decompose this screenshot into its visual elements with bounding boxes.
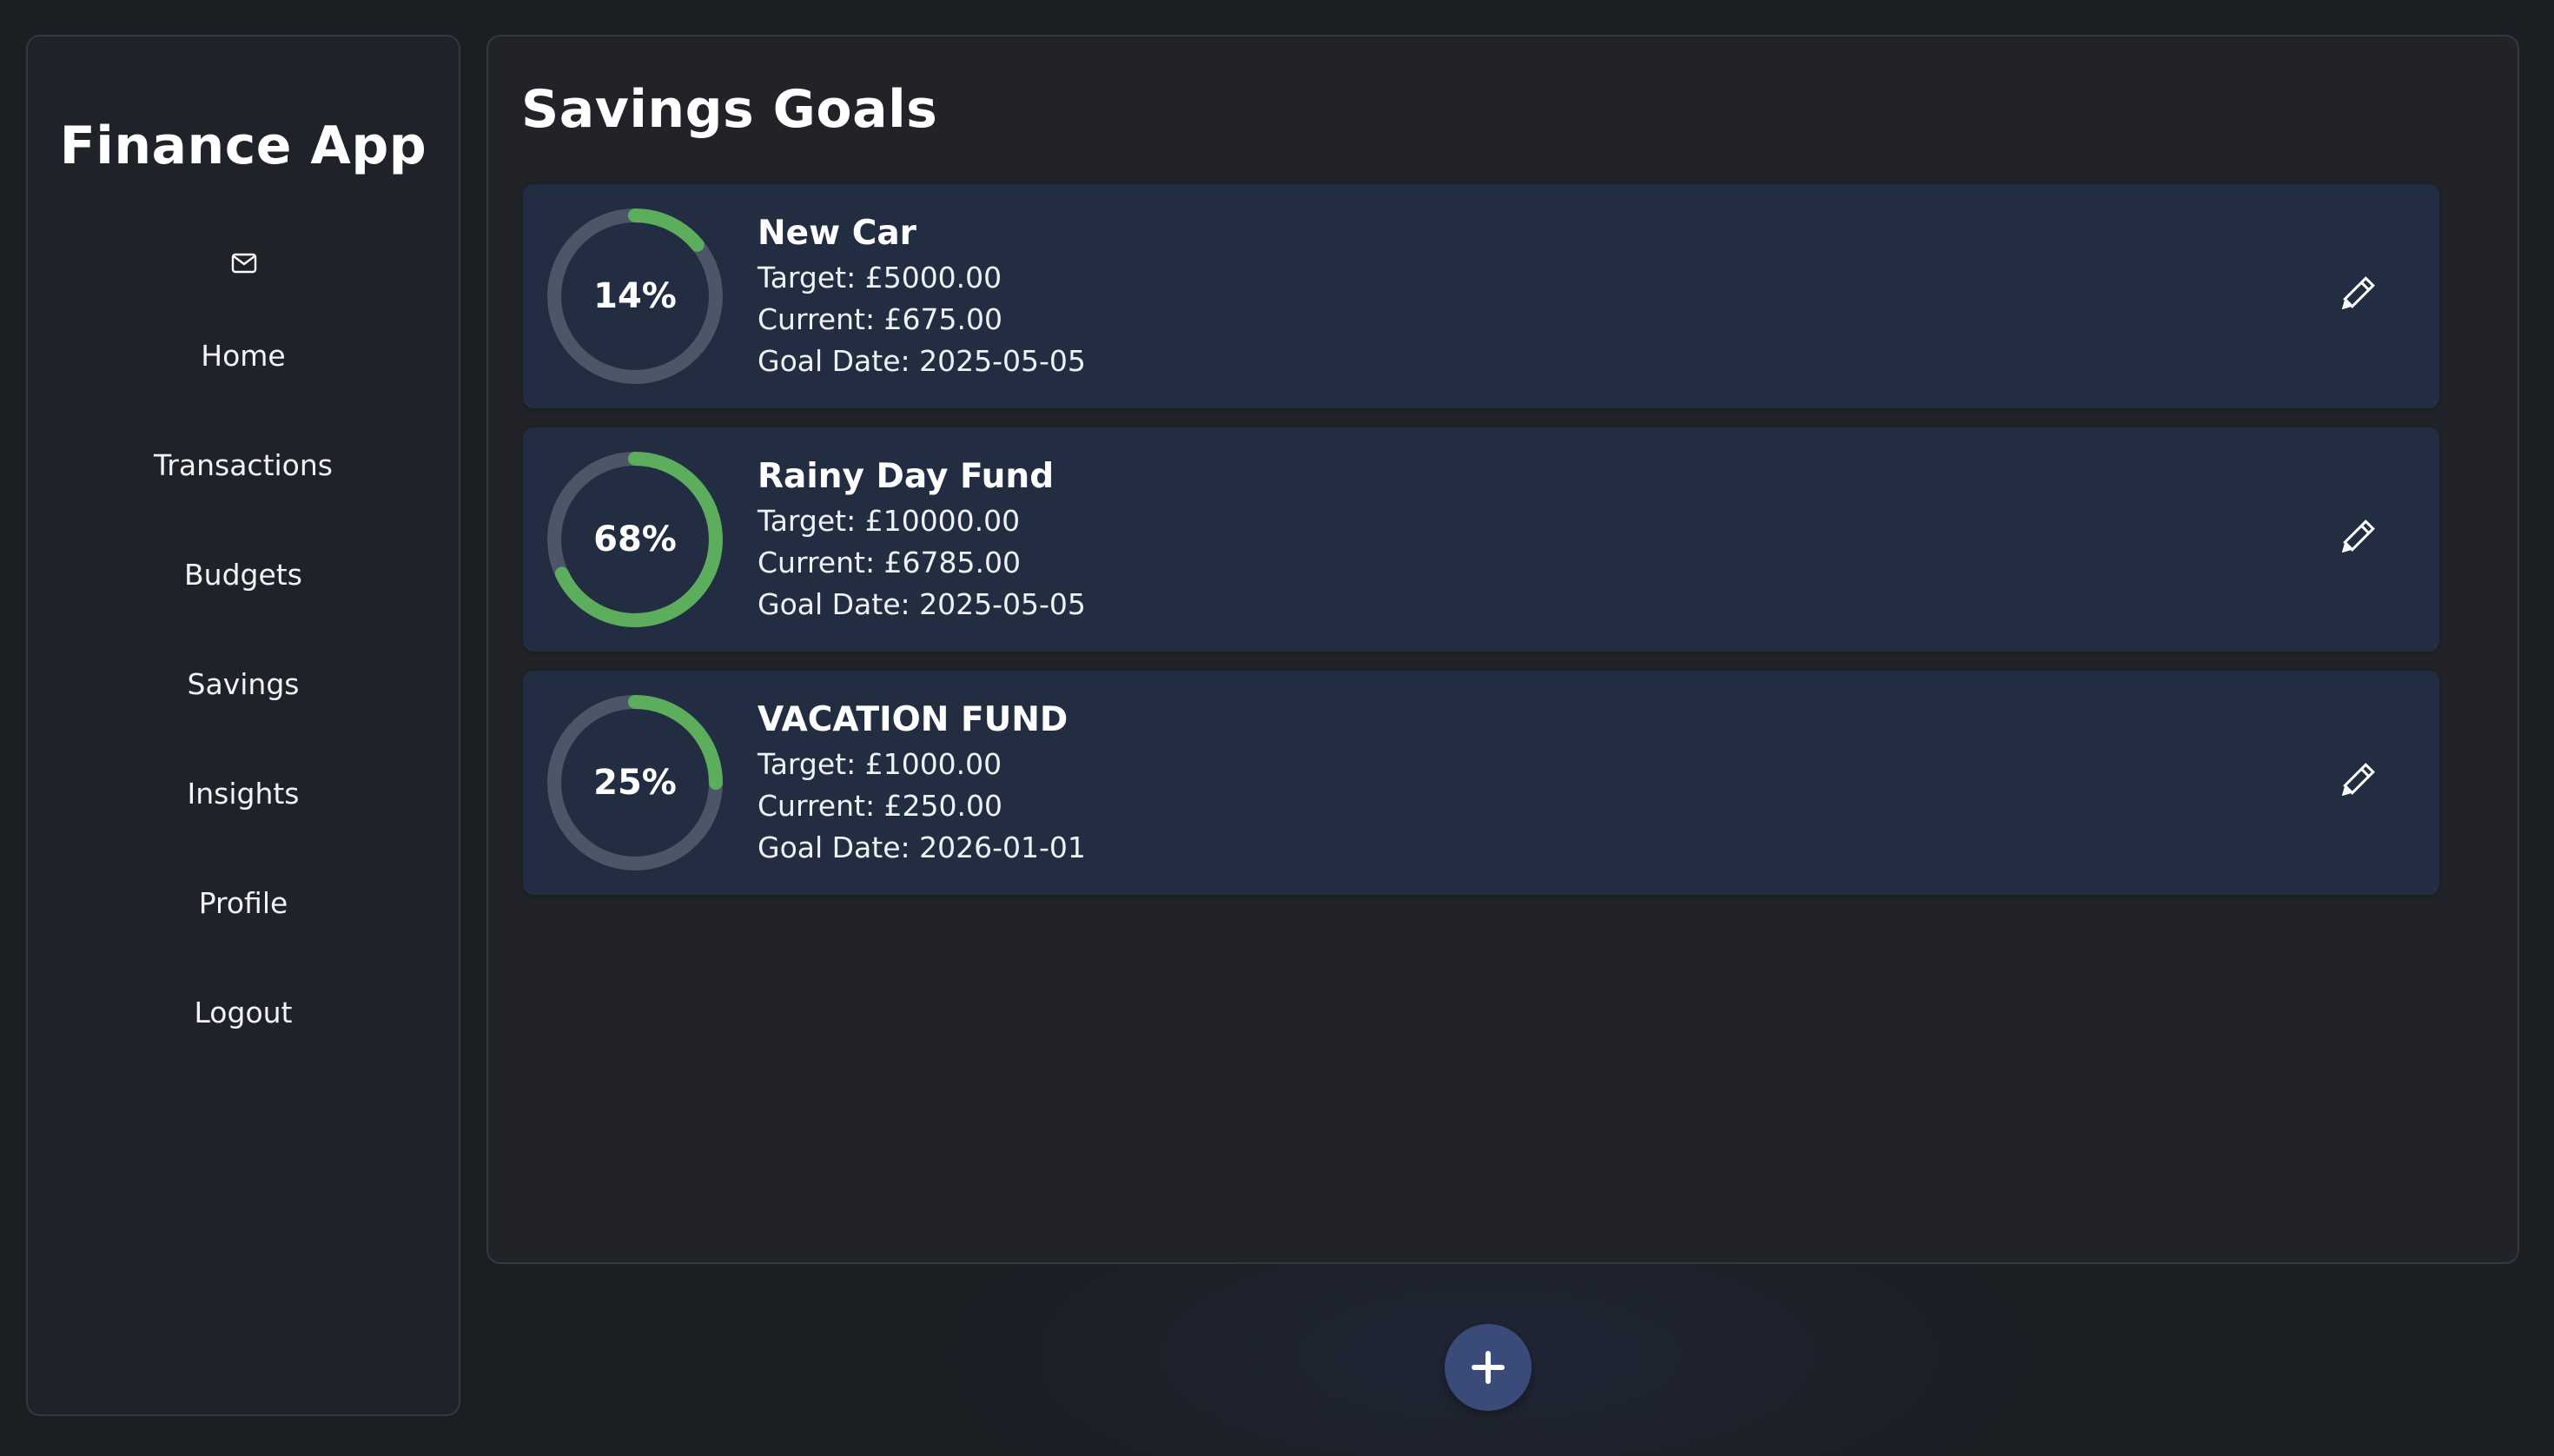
goal-date: Goal Date: 2025-05-05 xyxy=(758,587,1086,621)
sidebar: Finance App Home Transactions Budgets Sa… xyxy=(26,35,460,1416)
nav-transactions[interactable]: Transactions xyxy=(28,444,459,487)
goal-info: VACATION FUND Target: £1000.00 Current: … xyxy=(758,697,1086,869)
app-title: Finance App xyxy=(59,116,427,176)
nav-profile[interactable]: Profile xyxy=(28,882,459,925)
pencil-icon[interactable] xyxy=(2332,514,2380,563)
goal-card: 68% Rainy Day Fund Target: £10000.00 Cur… xyxy=(523,427,2439,652)
nav-logout[interactable]: Logout xyxy=(28,991,459,1035)
progress-percent: 14% xyxy=(593,276,677,316)
pencil-icon[interactable] xyxy=(2332,758,2380,806)
goal-date: Goal Date: 2025-05-05 xyxy=(758,344,1086,378)
nav-savings[interactable]: Savings xyxy=(28,663,459,706)
envelope-icon[interactable] xyxy=(231,250,257,276)
goal-current: Current: £6785.00 xyxy=(758,546,1022,579)
nav-budgets[interactable]: Budgets xyxy=(28,553,459,597)
plus-icon xyxy=(1472,1351,1505,1384)
goal-card: 25% VACATION FUND Target: £1000.00 Curre… xyxy=(523,671,2439,895)
nav-insights[interactable]: Insights xyxy=(28,772,459,816)
goal-target: Target: £10000.00 xyxy=(758,504,1021,538)
goal-current: Current: £675.00 xyxy=(758,302,1003,336)
goal-date: Goal Date: 2026-01-01 xyxy=(758,831,1086,864)
progress-percent: 68% xyxy=(593,520,677,559)
goal-name: Rainy Day Fund xyxy=(758,457,1055,496)
goal-name: New Car xyxy=(758,214,916,253)
pencil-icon[interactable] xyxy=(2332,271,2380,320)
goal-info: New Car Target: £5000.00 Current: £675.0… xyxy=(758,210,1086,382)
goal-card: 14% New Car Target: £5000.00 Current: £6… xyxy=(523,184,2439,408)
nav-home[interactable]: Home xyxy=(28,334,459,378)
page-title: Savings Goals xyxy=(521,79,938,140)
goal-name: VACATION FUND xyxy=(758,700,1069,739)
goal-current: Current: £250.00 xyxy=(758,789,1003,823)
add-goal-button[interactable] xyxy=(1445,1324,1532,1411)
goal-target: Target: £5000.00 xyxy=(758,261,1002,295)
goal-info: Rainy Day Fund Target: £10000.00 Current… xyxy=(758,453,1086,625)
goal-target: Target: £1000.00 xyxy=(758,747,1002,781)
progress-percent: 25% xyxy=(593,763,677,803)
